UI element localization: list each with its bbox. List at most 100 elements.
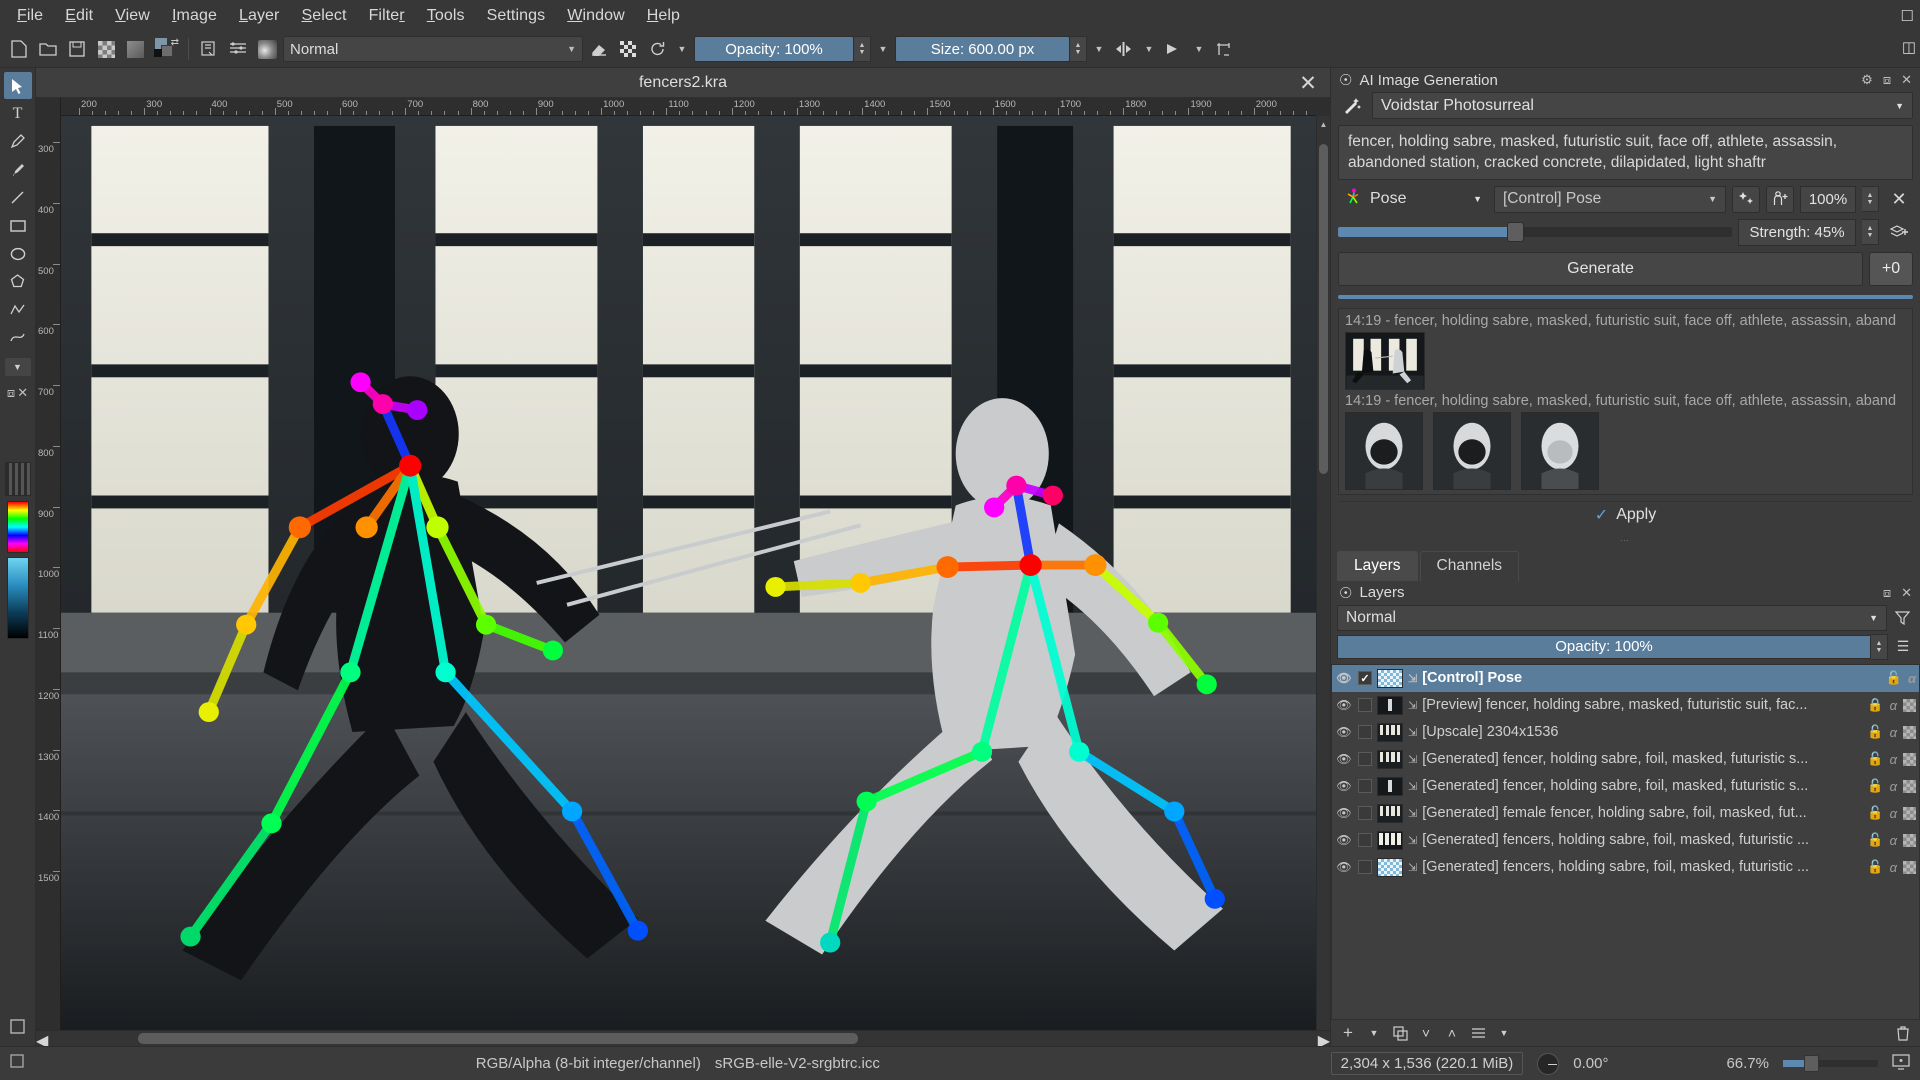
- close-document-icon[interactable]: ✕: [1296, 71, 1320, 95]
- transparency-checker-icon[interactable]: [93, 36, 119, 62]
- layer-properties-icon[interactable]: [1467, 1023, 1489, 1044]
- layer-thumbnail[interactable]: [1377, 695, 1403, 715]
- image-dimensions[interactable]: 2,304 x 1,536 (220.1 MiB): [1330, 1052, 1524, 1075]
- mirror-vertical-icon[interactable]: [1161, 36, 1187, 62]
- move-layer-down-icon[interactable]: ˅: [1415, 1023, 1437, 1044]
- layer-row[interactable]: 👁 ⇲ [Generated] fencer, holding sabre, foi…: [1332, 773, 1919, 800]
- size-spinner[interactable]: ▲ ▼: [1070, 36, 1087, 62]
- layer-visibility-icon[interactable]: 👁: [1335, 698, 1353, 712]
- prompt-input[interactable]: fencer, holding sabre, masked, futuristi…: [1338, 125, 1913, 180]
- zoom-knob[interactable]: [1803, 1055, 1819, 1072]
- scroll-right-icon[interactable]: ▶: [1318, 1031, 1330, 1050]
- duplicate-layer-icon[interactable]: [1389, 1023, 1411, 1044]
- save-icon[interactable]: [64, 36, 90, 62]
- menu-settings[interactable]: Settings: [476, 4, 557, 28]
- batch-count-button[interactable]: +0: [1869, 251, 1913, 286]
- reload-dropdown-icon[interactable]: ▼: [673, 36, 691, 62]
- alpha-lock-icon[interactable]: α: [1890, 779, 1897, 794]
- menu-image[interactable]: Image: [161, 4, 228, 28]
- alpha-channel-icon[interactable]: [1903, 860, 1916, 874]
- canvas-rotation-dial[interactable]: [1537, 1052, 1560, 1075]
- menu-help[interactable]: Help: [636, 4, 691, 28]
- layer-visibility-icon[interactable]: 👁: [1335, 860, 1353, 874]
- menu-file[interactable]: File: [6, 4, 54, 28]
- lock-open-icon[interactable]: 🔓: [1867, 751, 1883, 767]
- alpha-channel-icon[interactable]: [1903, 752, 1916, 766]
- apply-row[interactable]: ✓ Apply: [1338, 500, 1913, 529]
- layer-select-checkbox[interactable]: [1358, 698, 1372, 713]
- mirror-horizontal-icon[interactable]: [1111, 36, 1137, 62]
- toolbar-overflow[interactable]: ◫: [1902, 31, 1916, 62]
- opacity-slider[interactable]: Opacity: 100%: [694, 36, 854, 62]
- size-control[interactable]: Size: 600.00 px ▲ ▼: [895, 36, 1087, 62]
- dock-toggle-icon[interactable]: ◫: [1902, 38, 1916, 56]
- layer-row[interactable]: 👁 ⇲ [Upscale] 2304x1536 🔓 α: [1332, 719, 1919, 746]
- hscroll-thumb[interactable]: [138, 1033, 859, 1044]
- artboard[interactable]: [61, 116, 1316, 1030]
- lock-open-icon[interactable]: 🔓: [1867, 724, 1883, 740]
- lock-docker-icon[interactable]: ☉: [1339, 584, 1352, 602]
- menu-layer[interactable]: Layer: [228, 4, 291, 28]
- lock-open-icon[interactable]: 🔓: [1867, 859, 1883, 875]
- menu-window[interactable]: Window: [556, 4, 636, 28]
- horizontal-ruler[interactable]: 200 300 400 500 600 700 800 900 1000 1100 1200 1300…: [61, 98, 1316, 116]
- generate-button[interactable]: Generate: [1338, 251, 1863, 286]
- layer-visibility-icon[interactable]: 👁: [1335, 779, 1353, 793]
- gradient-swatch-icon[interactable]: [122, 36, 148, 62]
- alpha-channel-icon[interactable]: [1903, 779, 1916, 793]
- select-shapes-tool[interactable]: [3, 72, 32, 99]
- lock-docker-icon[interactable]: ☉: [1339, 71, 1352, 89]
- tab-channels[interactable]: Channels: [1419, 550, 1520, 581]
- alpha-lock-icon[interactable]: α: [1908, 671, 1916, 686]
- lock-open-icon[interactable]: 🔓: [1886, 670, 1902, 686]
- text-tool[interactable]: T: [4, 100, 32, 127]
- lock-closed-icon[interactable]: 🔒: [1867, 697, 1883, 713]
- menu-view[interactable]: View: [104, 4, 161, 28]
- canvas-vertical-scrollbar[interactable]: ▲: [1316, 116, 1330, 1030]
- lock-open-icon[interactable]: 🔓: [1867, 805, 1883, 821]
- alpha-channel-icon[interactable]: [1903, 806, 1916, 820]
- control-percent-spinner[interactable]: ▲ ▼: [1862, 186, 1879, 213]
- layer-thumbnail[interactable]: [1377, 668, 1403, 688]
- layer-thumbnail[interactable]: [1377, 722, 1403, 742]
- float-docker-icon[interactable]: ⧈: [7, 385, 15, 401]
- layer-row[interactable]: 👁 ⇲ [Generated] female fencer, holding sab…: [1332, 800, 1919, 827]
- layer-select-checkbox[interactable]: [1358, 752, 1372, 767]
- blend-mode-combo[interactable]: Normal ▼: [283, 36, 583, 62]
- polygon-tool[interactable]: [4, 268, 32, 295]
- close-docker-icon[interactable]: ✕: [1901, 72, 1912, 88]
- edit-shapes-tool[interactable]: [4, 128, 32, 155]
- docker-resize-grip[interactable]: ⋯: [1338, 535, 1913, 545]
- history-item-label-2[interactable]: 14:19 - fencer, holding sabre, masked, f…: [1345, 393, 1906, 409]
- brush-preset-icon[interactable]: [254, 36, 280, 62]
- style-combo[interactable]: Voidstar Photosurreal ▼: [1372, 92, 1913, 119]
- alpha-lock-icon[interactable]: α: [1890, 698, 1897, 713]
- layer-select-checkbox[interactable]: [1358, 725, 1372, 740]
- alpha-channel-icon[interactable]: [1903, 833, 1916, 847]
- move-layer-up-icon[interactable]: ˄: [1441, 1023, 1463, 1044]
- restore-window-icon[interactable]: ☐: [1901, 7, 1914, 25]
- mirror-h-dropdown-icon[interactable]: ▼: [1140, 36, 1158, 62]
- close-docker-icon[interactable]: ✕: [17, 385, 28, 401]
- close-docker-icon[interactable]: ✕: [1901, 585, 1912, 601]
- control-type-combo[interactable]: Pose ▼: [1338, 185, 1488, 213]
- float-docker-icon[interactable]: ⧈: [1883, 585, 1891, 601]
- size-dropdown-icon[interactable]: ▼: [1090, 36, 1108, 62]
- open-document-icon[interactable]: [35, 36, 61, 62]
- layer-row[interactable]: 👁 ⇲ [Preview] fencer, holding sabre, maske…: [1332, 692, 1919, 719]
- preserve-alpha-icon[interactable]: [615, 36, 641, 62]
- layer-opacity-spinner[interactable]: ▲ ▼: [1871, 633, 1888, 660]
- layer-opacity-slider[interactable]: Opacity: 100%: [1337, 634, 1871, 659]
- alpha-channel-icon[interactable]: [1903, 725, 1916, 739]
- layer-thumbnail[interactable]: [1377, 776, 1403, 796]
- magic-wand-icon[interactable]: [1338, 92, 1366, 119]
- add-person-icon[interactable]: [1766, 185, 1794, 213]
- rectangle-tool[interactable]: [4, 212, 32, 239]
- opacity-control[interactable]: Opacity: 100% ▲ ▼: [694, 36, 871, 62]
- zoom-slider[interactable]: [1783, 1055, 1878, 1072]
- toolbox-options-icon[interactable]: [9, 1019, 26, 1040]
- menu-filter[interactable]: Filter: [358, 4, 416, 28]
- more-tools-chevron[interactable]: ▼: [4, 358, 31, 376]
- layer-visibility-icon[interactable]: 👁: [1335, 671, 1353, 685]
- menu-edit[interactable]: Edit: [54, 4, 104, 28]
